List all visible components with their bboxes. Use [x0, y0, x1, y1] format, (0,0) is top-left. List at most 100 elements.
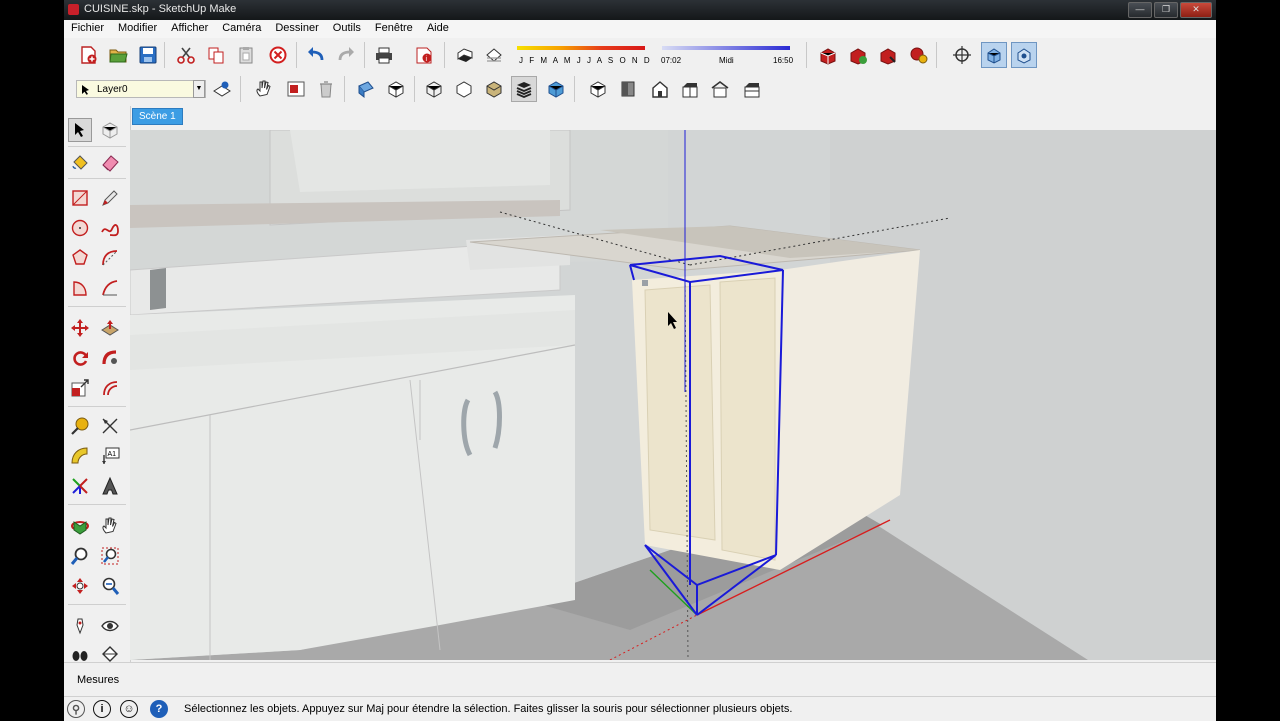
axes-icon[interactable] [68, 474, 92, 498]
section-display-icon[interactable] [384, 77, 408, 101]
rotate-icon[interactable] [68, 346, 92, 370]
circle-icon[interactable] [68, 216, 92, 240]
text-icon[interactable]: A1 [98, 444, 122, 468]
right-view-icon[interactable] [678, 77, 702, 101]
share-model-icon[interactable] [846, 43, 870, 67]
orbit-icon[interactable] [68, 514, 92, 538]
offset-icon[interactable] [98, 376, 122, 400]
freehand-icon[interactable] [98, 216, 122, 240]
polygon-icon[interactable] [68, 246, 92, 270]
menu-modifier[interactable]: Modifier [111, 20, 164, 38]
close-button[interactable]: ✕ [1180, 2, 1212, 18]
position-camera-icon[interactable] [950, 43, 974, 67]
open-file-icon[interactable] [106, 43, 130, 67]
push-pull-icon[interactable] [98, 316, 122, 340]
arc-icon[interactable] [98, 246, 122, 270]
dimension-icon[interactable] [98, 414, 122, 438]
current-layer: Layer0 [97, 84, 128, 95]
scale-icon[interactable] [68, 376, 92, 400]
select-icon[interactable] [68, 118, 92, 142]
fog-icon[interactable] [482, 43, 506, 67]
undo-icon[interactable] [304, 43, 328, 67]
hand-tool-icon[interactable] [252, 77, 276, 101]
look-around-icon[interactable] [1011, 42, 1037, 68]
shaded-icon[interactable] [511, 76, 537, 102]
menu-afficher[interactable]: Afficher [164, 20, 215, 38]
front-view-icon[interactable] [648, 77, 672, 101]
model-info-icon[interactable]: i [412, 43, 436, 67]
menu-outils[interactable]: Outils [326, 20, 368, 38]
paste-icon[interactable] [234, 43, 258, 67]
large-tool-set: A1 [64, 106, 131, 662]
tab-scene-1[interactable]: Scène 1 [132, 108, 183, 125]
measurements-bar: Mesures [64, 662, 1216, 695]
component-icon[interactable] [284, 77, 308, 101]
wireframe-icon[interactable] [452, 77, 476, 101]
cut-icon[interactable] [174, 43, 198, 67]
left-view-icon[interactable] [740, 77, 764, 101]
credits-icon[interactable]: i [93, 700, 111, 718]
back-view-icon[interactable] [708, 77, 732, 101]
zoom-icon[interactable] [68, 544, 92, 568]
top-view-icon[interactable] [616, 77, 640, 101]
shadow-time-slider[interactable] [662, 46, 790, 50]
previous-view-icon[interactable] [98, 574, 122, 598]
help-icon[interactable]: ? [150, 700, 168, 718]
position-camera-tool-icon[interactable] [68, 614, 92, 638]
zoom-window-icon[interactable] [98, 544, 122, 568]
layer-select[interactable]: Layer0 [76, 80, 206, 98]
two-point-arc-icon[interactable] [98, 276, 122, 300]
sketchup-logo-icon [68, 4, 79, 15]
layer-dropdown-button[interactable]: ▼ [193, 80, 205, 98]
extension-warehouse-icon[interactable] [906, 43, 930, 67]
shaded-textures-icon[interactable] [544, 77, 568, 101]
pencil-icon[interactable] [98, 186, 122, 210]
protractor-icon[interactable] [68, 444, 92, 468]
menu-camera[interactable]: Caméra [215, 20, 268, 38]
title-bar: CUISINE.skp - SketchUp Make — ❐ ✕ [64, 0, 1216, 20]
zoom-extents-icon[interactable] [68, 574, 92, 598]
user-icon[interactable]: ☺ [120, 700, 138, 718]
redo-icon[interactable] [334, 43, 358, 67]
geolocation-icon[interactable]: ⚲ [67, 700, 85, 718]
move-icon[interactable] [68, 316, 92, 340]
menu-fichier[interactable]: Fichier [64, 20, 111, 38]
menu-dessiner[interactable]: Dessiner [268, 20, 325, 38]
shadow-month-slider[interactable] [517, 46, 645, 50]
tape-measure-icon[interactable] [68, 414, 92, 438]
menu-bar: Fichier Modifier Afficher Caméra Dessine… [64, 20, 1216, 38]
scene-render [130, 130, 1216, 660]
shadows-icon[interactable] [452, 43, 476, 67]
3d-warehouse-icon[interactable] [816, 43, 840, 67]
hidden-line-icon[interactable] [482, 77, 506, 101]
xray-icon[interactable] [422, 77, 446, 101]
walk-view-icon[interactable] [981, 42, 1007, 68]
minimize-button[interactable]: — [1128, 2, 1152, 18]
eraser-icon[interactable] [98, 150, 122, 174]
trash-icon[interactable] [314, 77, 338, 101]
layer-manager-icon[interactable] [210, 77, 234, 101]
follow-me-icon[interactable] [98, 346, 122, 370]
shadow-time-end: 16:50 [773, 56, 794, 65]
menu-aide[interactable]: Aide [420, 20, 456, 38]
menu-fenetre[interactable]: Fenêtre [368, 20, 420, 38]
pie-icon[interactable] [68, 276, 92, 300]
look-around-tool-icon[interactable] [98, 614, 122, 638]
new-file-icon[interactable] [76, 43, 100, 67]
get-models-icon[interactable] [876, 43, 900, 67]
rectangle-icon[interactable] [68, 186, 92, 210]
shadow-time-mid: Midi [719, 56, 734, 65]
paint-bucket-icon[interactable] [68, 150, 92, 174]
pan-icon[interactable] [98, 514, 122, 538]
delete-icon[interactable] [266, 43, 290, 67]
section-plane-icon[interactable] [354, 77, 378, 101]
maximize-button[interactable]: ❐ [1154, 2, 1178, 18]
print-icon[interactable] [372, 43, 396, 67]
save-icon[interactable] [136, 43, 160, 67]
iso-view-icon[interactable] [586, 77, 610, 101]
drawing-area[interactable] [130, 130, 1216, 660]
window-title: CUISINE.skp - SketchUp Make [84, 3, 237, 15]
3d-text-icon[interactable] [98, 474, 122, 498]
copy-icon[interactable] [204, 43, 228, 67]
component-tool-icon[interactable] [98, 118, 122, 142]
